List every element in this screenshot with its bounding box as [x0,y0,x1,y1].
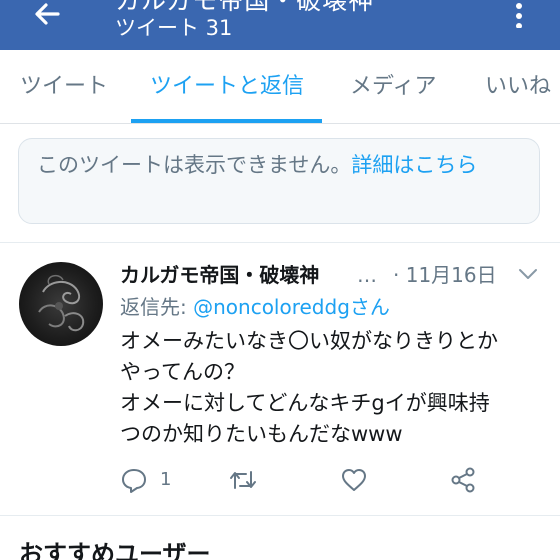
avatar[interactable] [19,262,103,346]
divider [0,515,560,516]
tab-likes[interactable]: いいね [485,72,551,102]
tweet-line: オメーみたいなき〇い奴がなりきりとか [120,329,498,353]
profile-tabs: ツイート ツイートと返信 メディア いいね [0,50,560,124]
unavailable-tweet-notice: このツイートは表示できません。詳細はこちら [18,138,540,224]
chevron-down-icon[interactable] [517,266,539,282]
reply-icon[interactable] [120,466,148,494]
tab-media[interactable]: メディア [350,72,436,102]
tab-tweets[interactable]: ツイート [20,72,108,102]
reply-count: 1 [160,469,172,490]
tab-tweets-and-replies[interactable]: ツイートと返信 [150,72,304,102]
tweet-line: オメーに対してどんなキチgイが興味持 [120,391,490,415]
like-icon[interactable] [340,466,368,494]
more-vertical-icon[interactable] [508,0,530,28]
tweet-line: つのか知りたいもんだなwww [120,422,403,446]
learn-more-link[interactable]: 詳細はこちら [351,153,477,177]
recommended-users-heading: おすすめユーザー [19,540,211,560]
share-icon[interactable] [450,466,476,494]
app-header: カルガモ帝国・破壊神 ツイート 31 [0,0,560,50]
reply-prefix: 返信先: [120,295,187,319]
tweet-line: やってんの？ [120,360,245,384]
active-tab-indicator [131,119,322,123]
tweet-date[interactable]: · 11月16日 [393,260,497,290]
reply-handle-link[interactable]: @noncoloreddgさん [193,295,390,319]
name-ellipsis: … [357,263,377,287]
divider [0,242,560,243]
retweet-icon[interactable] [228,466,258,494]
author-name[interactable]: カルガモ帝国・破壊神 [120,260,319,290]
reply-to-line: 返信先: @noncoloreddgさん [120,292,390,322]
tweet-body: オメーみたいなき〇い奴がなりきりとか やってんの？ オメーに対してどんなキチgイ… [120,326,545,450]
notice-text: このツイートは表示できません。 [37,153,352,177]
back-arrow-icon[interactable] [28,0,68,34]
avatar-image [38,274,85,332]
tweet-count: ツイート 31 [115,16,233,40]
